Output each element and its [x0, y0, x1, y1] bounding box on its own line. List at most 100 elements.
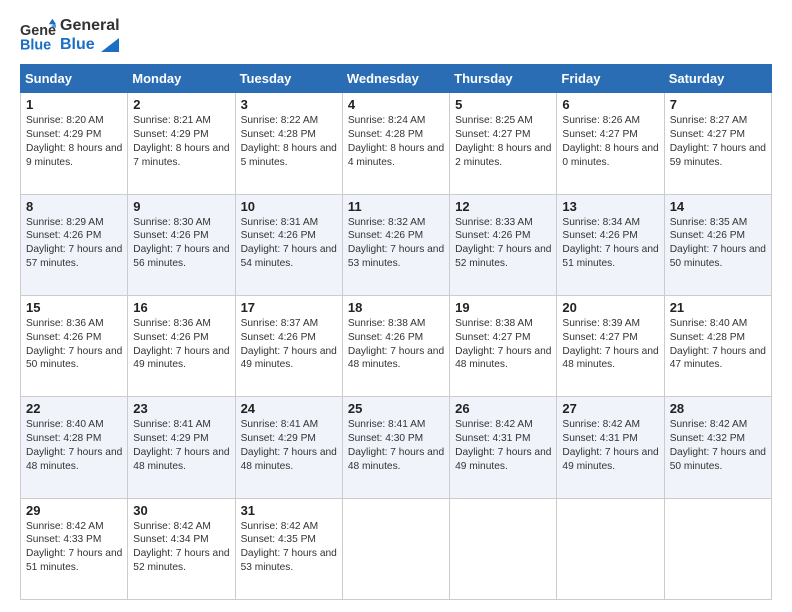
day-info: Sunrise: 8:36 AM Sunset: 4:26 PM Dayligh…	[26, 317, 122, 372]
day-number: 14	[670, 199, 766, 214]
day-number: 15	[26, 300, 122, 315]
sunset-label: Sunset: 4:31 PM	[562, 433, 637, 444]
daylight-label: Daylight: 8 hours and 7 minutes.	[133, 143, 229, 168]
sunset-label: Sunset: 4:31 PM	[455, 433, 530, 444]
day-number: 27	[562, 401, 658, 416]
day-cell-31: 31 Sunrise: 8:42 AM Sunset: 4:35 PM Dayl…	[235, 498, 342, 599]
daylight-label: Daylight: 7 hours and 53 minutes.	[241, 548, 337, 573]
daylight-label: Daylight: 8 hours and 9 minutes.	[26, 143, 122, 168]
sunset-label: Sunset: 4:26 PM	[562, 230, 637, 241]
sunrise-label: Sunrise: 8:40 AM	[670, 318, 748, 329]
day-info: Sunrise: 8:26 AM Sunset: 4:27 PM Dayligh…	[562, 114, 658, 169]
sunrise-label: Sunrise: 8:38 AM	[348, 318, 426, 329]
day-cell-22: 22 Sunrise: 8:40 AM Sunset: 4:28 PM Dayl…	[21, 397, 128, 498]
sunset-label: Sunset: 4:27 PM	[670, 129, 745, 140]
empty-cell	[342, 498, 449, 599]
day-info: Sunrise: 8:33 AM Sunset: 4:26 PM Dayligh…	[455, 216, 551, 271]
sunrise-label: Sunrise: 8:41 AM	[133, 419, 211, 430]
sunrise-label: Sunrise: 8:35 AM	[670, 217, 748, 228]
sunrise-label: Sunrise: 8:33 AM	[455, 217, 533, 228]
sunset-label: Sunset: 4:32 PM	[670, 433, 745, 444]
sunset-label: Sunset: 4:35 PM	[241, 534, 316, 545]
day-number: 3	[241, 97, 337, 112]
sunrise-label: Sunrise: 8:25 AM	[455, 115, 533, 126]
weekday-header-row: SundayMondayTuesdayWednesdayThursdayFrid…	[21, 65, 772, 93]
day-info: Sunrise: 8:20 AM Sunset: 4:29 PM Dayligh…	[26, 114, 122, 169]
daylight-label: Daylight: 7 hours and 51 minutes.	[26, 548, 122, 573]
weekday-thursday: Thursday	[450, 65, 557, 93]
week-row-1: 1 Sunrise: 8:20 AM Sunset: 4:29 PM Dayli…	[21, 93, 772, 194]
daylight-label: Daylight: 7 hours and 50 minutes.	[26, 346, 122, 371]
weekday-wednesday: Wednesday	[342, 65, 449, 93]
sunset-label: Sunset: 4:26 PM	[133, 332, 208, 343]
day-info: Sunrise: 8:41 AM Sunset: 4:30 PM Dayligh…	[348, 418, 444, 473]
weekday-tuesday: Tuesday	[235, 65, 342, 93]
day-cell-1: 1 Sunrise: 8:20 AM Sunset: 4:29 PM Dayli…	[21, 93, 128, 194]
empty-cell	[664, 498, 771, 599]
day-info: Sunrise: 8:41 AM Sunset: 4:29 PM Dayligh…	[133, 418, 229, 473]
day-cell-27: 27 Sunrise: 8:42 AM Sunset: 4:31 PM Dayl…	[557, 397, 664, 498]
day-number: 12	[455, 199, 551, 214]
sunrise-label: Sunrise: 8:21 AM	[133, 115, 211, 126]
day-number: 30	[133, 503, 229, 518]
daylight-label: Daylight: 7 hours and 48 minutes.	[241, 447, 337, 472]
day-cell-10: 10 Sunrise: 8:31 AM Sunset: 4:26 PM Dayl…	[235, 194, 342, 295]
daylight-label: Daylight: 7 hours and 50 minutes.	[670, 447, 766, 472]
sunset-label: Sunset: 4:29 PM	[26, 129, 101, 140]
daylight-label: Daylight: 7 hours and 49 minutes.	[241, 346, 337, 371]
daylight-label: Daylight: 7 hours and 59 minutes.	[670, 143, 766, 168]
sunrise-label: Sunrise: 8:41 AM	[348, 419, 426, 430]
day-number: 4	[348, 97, 444, 112]
sunrise-label: Sunrise: 8:34 AM	[562, 217, 640, 228]
day-number: 8	[26, 199, 122, 214]
daylight-label: Daylight: 7 hours and 56 minutes.	[133, 244, 229, 269]
daylight-label: Daylight: 7 hours and 54 minutes.	[241, 244, 337, 269]
empty-cell	[450, 498, 557, 599]
daylight-label: Daylight: 7 hours and 49 minutes.	[133, 346, 229, 371]
day-info: Sunrise: 8:27 AM Sunset: 4:27 PM Dayligh…	[670, 114, 766, 169]
sunset-label: Sunset: 4:28 PM	[241, 129, 316, 140]
sunset-label: Sunset: 4:27 PM	[562, 129, 637, 140]
day-number: 5	[455, 97, 551, 112]
day-number: 21	[670, 300, 766, 315]
day-info: Sunrise: 8:34 AM Sunset: 4:26 PM Dayligh…	[562, 216, 658, 271]
sunrise-label: Sunrise: 8:39 AM	[562, 318, 640, 329]
logo-general: General	[60, 16, 120, 35]
sunset-label: Sunset: 4:30 PM	[348, 433, 423, 444]
day-number: 25	[348, 401, 444, 416]
day-number: 20	[562, 300, 658, 315]
logo-blue: Blue	[60, 35, 120, 54]
sunset-label: Sunset: 4:28 PM	[670, 332, 745, 343]
sunrise-label: Sunrise: 8:36 AM	[133, 318, 211, 329]
day-cell-21: 21 Sunrise: 8:40 AM Sunset: 4:28 PM Dayl…	[664, 296, 771, 397]
weekday-sunday: Sunday	[21, 65, 128, 93]
day-cell-12: 12 Sunrise: 8:33 AM Sunset: 4:26 PM Dayl…	[450, 194, 557, 295]
sunrise-label: Sunrise: 8:42 AM	[241, 521, 319, 532]
day-number: 6	[562, 97, 658, 112]
daylight-label: Daylight: 7 hours and 48 minutes.	[348, 346, 444, 371]
day-info: Sunrise: 8:40 AM Sunset: 4:28 PM Dayligh…	[26, 418, 122, 473]
day-info: Sunrise: 8:42 AM Sunset: 4:35 PM Dayligh…	[241, 520, 337, 575]
sunrise-label: Sunrise: 8:37 AM	[241, 318, 319, 329]
day-cell-4: 4 Sunrise: 8:24 AM Sunset: 4:28 PM Dayli…	[342, 93, 449, 194]
sunset-label: Sunset: 4:26 PM	[26, 332, 101, 343]
day-number: 11	[348, 199, 444, 214]
daylight-label: Daylight: 8 hours and 2 minutes.	[455, 143, 551, 168]
sunrise-label: Sunrise: 8:41 AM	[241, 419, 319, 430]
sunset-label: Sunset: 4:29 PM	[241, 433, 316, 444]
day-cell-13: 13 Sunrise: 8:34 AM Sunset: 4:26 PM Dayl…	[557, 194, 664, 295]
sunset-label: Sunset: 4:33 PM	[26, 534, 101, 545]
day-info: Sunrise: 8:31 AM Sunset: 4:26 PM Dayligh…	[241, 216, 337, 271]
day-cell-16: 16 Sunrise: 8:36 AM Sunset: 4:26 PM Dayl…	[128, 296, 235, 397]
daylight-label: Daylight: 7 hours and 48 minutes.	[562, 346, 658, 371]
svg-text:Blue: Blue	[20, 38, 51, 54]
day-info: Sunrise: 8:42 AM Sunset: 4:32 PM Dayligh…	[670, 418, 766, 473]
day-number: 13	[562, 199, 658, 214]
sunrise-label: Sunrise: 8:24 AM	[348, 115, 426, 126]
day-cell-6: 6 Sunrise: 8:26 AM Sunset: 4:27 PM Dayli…	[557, 93, 664, 194]
day-cell-28: 28 Sunrise: 8:42 AM Sunset: 4:32 PM Dayl…	[664, 397, 771, 498]
sunrise-label: Sunrise: 8:42 AM	[133, 521, 211, 532]
day-cell-14: 14 Sunrise: 8:35 AM Sunset: 4:26 PM Dayl…	[664, 194, 771, 295]
daylight-label: Daylight: 7 hours and 49 minutes.	[455, 447, 551, 472]
day-cell-29: 29 Sunrise: 8:42 AM Sunset: 4:33 PM Dayl…	[21, 498, 128, 599]
